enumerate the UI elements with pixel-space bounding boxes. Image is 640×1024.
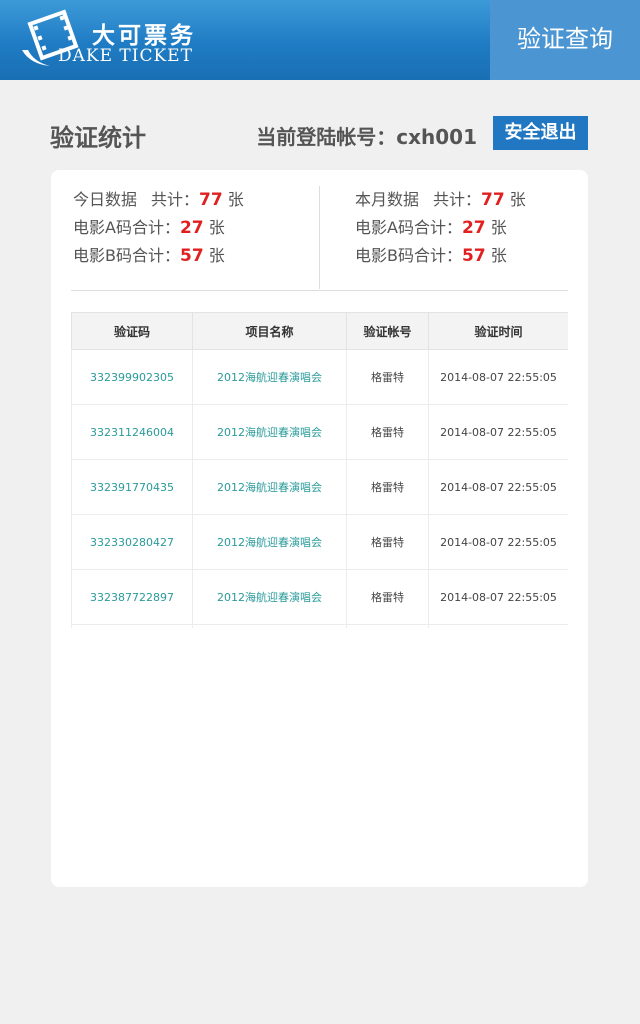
unit: 张 <box>208 218 225 237</box>
month-b-value: 57 <box>461 246 486 266</box>
today-total-line: 今日数据 共计：77 张 <box>73 186 244 214</box>
table-row[interactable]: 332311246004 2012海航迎春演唱会 格雷特 2014-08-07 … <box>71 404 568 460</box>
stats-card: 今日数据 共计：77 张 电影A码合计：27 张 电影B码合计：57 张 本月数据… <box>51 170 588 887</box>
unit: 张 <box>227 190 244 209</box>
month-stats: 本月数据 共计：77 张 电影A码合计：27 张 电影B码合计：57 张 <box>355 186 526 270</box>
table-row[interactable]: 332330280427 2012海航迎春演唱会 格雷特 2014-08-07 … <box>71 514 568 570</box>
account-cell: 格雷特 <box>346 569 429 625</box>
today-b-line: 电影B码合计：57 张 <box>73 242 244 270</box>
project-cell[interactable]: 2012海航迎春演唱会 <box>192 514 347 570</box>
column-header-account: 验证帐号 <box>346 312 429 350</box>
today-b-label: 电影B码合计： <box>73 246 180 265</box>
unit: 张 <box>490 218 507 237</box>
table-row[interactable]: 332391770435 2012海航迎春演唱会 格雷特 2014-08-07 … <box>71 459 568 515</box>
today-stats: 今日数据 共计：77 张 电影A码合计：27 张 电影B码合计：57 张 <box>73 186 244 270</box>
stats-divider <box>319 186 320 289</box>
code-cell[interactable]: 332391770435 <box>71 459 193 515</box>
today-label: 今日数据 <box>73 190 138 209</box>
table-header-row: 验证码 项目名称 验证帐号 验证时间 <box>71 312 568 350</box>
month-a-value: 27 <box>461 218 486 238</box>
time-cell: 2014-08-07 22:55:05 <box>428 404 568 460</box>
today-total-label: 共计： <box>151 190 200 209</box>
time-cell: 2014-08-07 22:55:05 <box>428 349 568 405</box>
month-total-label: 共计： <box>433 190 482 209</box>
time-cell: 2014-08-07 22:55:05 <box>428 459 568 515</box>
page-title: 验证统计 <box>50 124 146 152</box>
current-account-label: 当前登陆帐号：cxh001 <box>256 125 477 149</box>
today-a-value: 27 <box>179 218 204 238</box>
account-cell: 格雷特 <box>346 514 429 570</box>
column-header-code: 验证码 <box>71 312 193 350</box>
today-b-value: 57 <box>179 246 204 266</box>
column-header-time: 验证时间 <box>428 312 568 350</box>
unit: 张 <box>490 246 507 265</box>
time-cell <box>428 624 568 628</box>
code-cell[interactable] <box>71 624 193 628</box>
month-b-label: 电影B码合计： <box>355 246 462 265</box>
column-header-project: 项目名称 <box>192 312 347 350</box>
logout-button[interactable]: 安全退出 <box>493 116 588 150</box>
today-a-label: 电影A码合计： <box>73 218 180 237</box>
table-row[interactable]: 332399902305 2012海航迎春演唱会 格雷特 2014-08-07 … <box>71 349 568 405</box>
code-cell[interactable]: 332399902305 <box>71 349 193 405</box>
today-a-line: 电影A码合计：27 张 <box>73 214 244 242</box>
logo-text-en: DAKE TICKET <box>58 46 193 66</box>
account-cell: 格雷特 <box>346 404 429 460</box>
today-total-value: 77 <box>199 190 223 210</box>
verification-table-scroll[interactable]: 验证码 项目名称 验证帐号 验证时间 332399902305 2012海航迎春… <box>71 312 568 628</box>
account-cell: 格雷特 <box>346 349 429 405</box>
table-row[interactable]: 332387722897 2012海航迎春演唱会 格雷特 2014-08-07 … <box>71 569 568 625</box>
code-cell[interactable]: 332311246004 <box>71 404 193 460</box>
month-b-line: 电影B码合计：57 张 <box>355 242 526 270</box>
unit: 张 <box>509 190 526 209</box>
logo: 大可票务 DAKE TICKET <box>20 6 210 72</box>
time-cell: 2014-08-07 22:55:05 <box>428 569 568 625</box>
project-cell[interactable]: 2012海航迎春演唱会 <box>192 349 347 405</box>
account-cell <box>346 624 429 628</box>
project-cell[interactable]: 2012海航迎春演唱会 <box>192 404 347 460</box>
account-cell: 格雷特 <box>346 459 429 515</box>
project-cell[interactable]: 2012海航迎春演唱会 <box>192 459 347 515</box>
project-cell[interactable]: 2012海航迎春演唱会 <box>192 569 347 625</box>
project-cell[interactable] <box>192 624 347 628</box>
month-a-label: 电影A码合计： <box>355 218 462 237</box>
verification-table: 验证码 项目名称 验证帐号 验证时间 332399902305 2012海航迎春… <box>71 312 568 628</box>
time-cell: 2014-08-07 22:55:05 <box>428 514 568 570</box>
stats-summary: 今日数据 共计：77 张 电影A码合计：27 张 电影B码合计：57 张 本月数据… <box>71 186 568 291</box>
month-total-line: 本月数据 共计：77 张 <box>355 186 526 214</box>
month-a-line: 电影A码合计：27 张 <box>355 214 526 242</box>
month-total-value: 77 <box>481 190 505 210</box>
month-label: 本月数据 <box>355 190 420 209</box>
code-cell[interactable]: 332387722897 <box>71 569 193 625</box>
unit: 张 <box>208 246 225 265</box>
table-row[interactable] <box>71 624 568 628</box>
verify-query-tab[interactable]: 验证查询 <box>490 0 640 80</box>
code-cell[interactable]: 332330280427 <box>71 514 193 570</box>
app-header: 大可票务 DAKE TICKET 验证查询 <box>0 0 640 80</box>
logo-text-cn: 大可票务 <box>92 23 196 49</box>
